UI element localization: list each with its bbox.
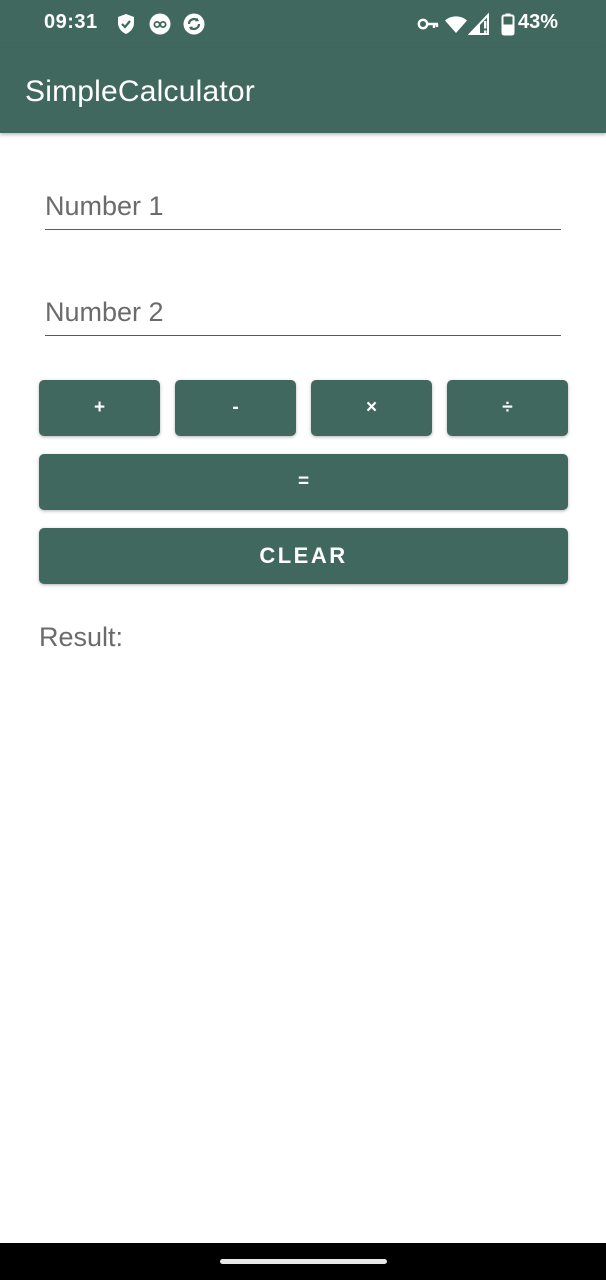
wifi-icon: [444, 12, 468, 36]
number-1-input[interactable]: [45, 183, 561, 230]
app-title: SimpleCalculator: [25, 75, 255, 108]
divide-button[interactable]: ÷: [447, 380, 568, 436]
status-time: 09:31: [44, 11, 98, 33]
clear-button[interactable]: CLEAR: [39, 528, 568, 584]
sync-icon: [182, 12, 206, 36]
navigation-bar: [0, 1243, 606, 1280]
equals-button[interactable]: =: [39, 454, 568, 510]
battery-percentage: 43%: [518, 11, 559, 33]
vpn-app-icon: [148, 12, 172, 36]
status-bar: 09:31 43%: [0, 0, 606, 48]
number-2-input[interactable]: [45, 289, 561, 336]
subtract-button[interactable]: -: [175, 380, 296, 436]
shield-icon: [114, 12, 138, 36]
home-gesture-handle[interactable]: [220, 1259, 387, 1264]
key-icon: [416, 12, 440, 36]
battery-icon: [496, 12, 520, 36]
result-label: Result:: [39, 622, 124, 652]
multiply-button[interactable]: ×: [311, 380, 432, 436]
add-button[interactable]: +: [39, 380, 160, 436]
app-bar: SimpleCalculator: [0, 48, 606, 133]
signal-icon: [467, 12, 492, 36]
